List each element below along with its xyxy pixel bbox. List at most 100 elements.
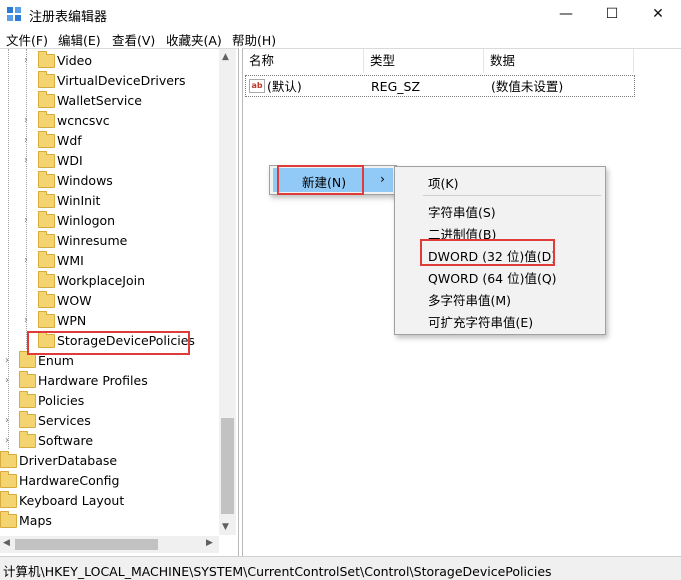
value-name: (默认) bbox=[267, 79, 302, 94]
registry-tree[interactable]: › Video VirtualDeviceDrivers WalletService ›… bbox=[0, 48, 239, 557]
submenu-item-key[interactable]: 项(K) bbox=[428, 173, 458, 192]
tree-item[interactable]: › Software bbox=[0, 431, 219, 451]
tree-item-label: Keyboard Layout bbox=[19, 493, 125, 508]
tree-item-label: DriverDatabase bbox=[19, 453, 118, 468]
tree-item[interactable]: › Wdf bbox=[0, 131, 219, 151]
tree-item[interactable]: Maps bbox=[0, 511, 219, 531]
tree-item[interactable]: Windows bbox=[0, 171, 219, 191]
folder-icon bbox=[38, 131, 55, 148]
maximize-button[interactable]: ☐ bbox=[589, 0, 635, 28]
window-title: 注册表编辑器 bbox=[29, 10, 108, 25]
title-bar: 注册表编辑器 — ☐ ✕ bbox=[0, 0, 681, 28]
folder-icon bbox=[38, 191, 55, 208]
tree-item-label: Services bbox=[38, 413, 91, 428]
tree-item[interactable]: WOW bbox=[0, 291, 219, 311]
submenu-arrow-icon: › bbox=[380, 171, 385, 186]
tree-item-label: Winlogon bbox=[57, 213, 116, 228]
tree-item[interactable]: › WMI bbox=[0, 251, 219, 271]
tree-item[interactable]: DriverDatabase bbox=[0, 451, 219, 471]
tree-item[interactable]: Policies bbox=[0, 391, 219, 411]
tree-item[interactable]: › Video bbox=[0, 51, 219, 71]
menu-separator bbox=[423, 195, 601, 196]
tree-item[interactable]: VirtualDeviceDrivers bbox=[0, 71, 219, 91]
value-type: REG_SZ bbox=[371, 79, 421, 94]
tree-item[interactable]: HardwareConfig bbox=[0, 471, 219, 491]
scroll-left-icon[interactable]: ◀ bbox=[3, 538, 10, 548]
tree-horizontal-scroll-thumb[interactable] bbox=[15, 539, 158, 550]
tree-item[interactable]: › Hardware Profiles bbox=[0, 371, 219, 391]
column-header-type[interactable]: 类型 bbox=[364, 49, 484, 73]
expand-chevron-icon[interactable]: › bbox=[2, 351, 12, 371]
annotation-box-new bbox=[277, 165, 364, 195]
tree-item-label: WalletService bbox=[57, 93, 142, 108]
tree-item-label: WinInit bbox=[57, 193, 101, 208]
tree-item-label: Video bbox=[57, 53, 93, 68]
expand-chevron-icon[interactable]: › bbox=[2, 431, 12, 451]
tree-item-label: Maps bbox=[19, 513, 52, 528]
tree-item[interactable]: › wcncsvc bbox=[0, 111, 219, 131]
tree-item-label: WDI bbox=[57, 153, 83, 168]
annotation-box-dword bbox=[420, 239, 555, 266]
menu-view[interactable]: 查看(V) bbox=[112, 30, 155, 49]
submenu-item-expandable-string[interactable]: 可扩充字符串值(E) bbox=[428, 312, 533, 331]
value-data: (数值未设置) bbox=[491, 79, 564, 94]
scroll-down-icon[interactable]: ▼ bbox=[222, 522, 229, 532]
tree-item[interactable]: › WDI bbox=[0, 151, 219, 171]
tree-item[interactable]: › Services bbox=[0, 411, 219, 431]
menu-edit[interactable]: 编辑(E) bbox=[58, 30, 101, 49]
tree-item-label: WPN bbox=[57, 313, 87, 328]
tree-item[interactable]: WinInit bbox=[0, 191, 219, 211]
folder-icon bbox=[19, 391, 36, 408]
tree-item-label: VirtualDeviceDrivers bbox=[57, 73, 186, 88]
menu-file[interactable]: 文件(F) bbox=[6, 30, 48, 49]
folder-icon bbox=[38, 91, 55, 108]
folder-icon bbox=[38, 151, 55, 168]
minimize-button[interactable]: — bbox=[543, 0, 589, 28]
tree-item[interactable]: Winresume bbox=[0, 231, 219, 251]
folder-icon bbox=[38, 231, 55, 248]
tree-item-label: Software bbox=[38, 433, 94, 448]
folder-icon bbox=[0, 471, 17, 488]
value-row-default[interactable] bbox=[245, 75, 635, 97]
tree-item[interactable]: Keyboard Layout bbox=[0, 491, 219, 511]
tree-item-label: WOW bbox=[57, 293, 92, 308]
tree-item[interactable]: › Winlogon bbox=[0, 211, 219, 231]
folder-icon bbox=[38, 311, 55, 328]
expand-chevron-icon[interactable]: › bbox=[2, 371, 12, 391]
folder-icon bbox=[38, 211, 55, 228]
folder-icon bbox=[38, 51, 55, 68]
scroll-right-icon[interactable]: ▶ bbox=[206, 538, 213, 548]
expand-chevron-icon[interactable]: › bbox=[2, 411, 12, 431]
submenu-item-qword[interactable]: QWORD (64 位)值(Q) bbox=[428, 268, 557, 287]
tree-item[interactable]: WorkplaceJoin bbox=[0, 271, 219, 291]
tree-item-label: wcncsvc bbox=[57, 113, 110, 128]
submenu-item-string[interactable]: 字符串值(S) bbox=[428, 202, 496, 221]
folder-icon bbox=[38, 71, 55, 88]
tree-item-label: WorkplaceJoin bbox=[57, 273, 146, 288]
regedit-app-icon bbox=[6, 6, 22, 22]
folder-icon bbox=[19, 371, 36, 388]
close-button[interactable]: ✕ bbox=[635, 0, 681, 28]
folder-icon bbox=[38, 271, 55, 288]
folder-icon bbox=[0, 451, 17, 468]
folder-icon bbox=[38, 171, 55, 188]
folder-icon bbox=[38, 251, 55, 268]
tree-item[interactable]: › WPN bbox=[0, 311, 219, 331]
tree-vertical-scroll-thumb[interactable] bbox=[221, 418, 234, 514]
submenu-item-multi-string[interactable]: 多字符串值(M) bbox=[428, 290, 511, 309]
folder-icon bbox=[38, 111, 55, 128]
tree-item[interactable]: WalletService bbox=[0, 91, 219, 111]
column-header-data[interactable]: 数据 bbox=[484, 49, 634, 73]
folder-icon bbox=[19, 351, 36, 368]
tree-item-label: HardwareConfig bbox=[19, 473, 120, 488]
column-header-name[interactable]: 名称 bbox=[243, 49, 364, 73]
folder-icon bbox=[0, 491, 17, 508]
menu-favorites[interactable]: 收藏夹(A) bbox=[166, 30, 222, 49]
tree-item-label: Hardware Profiles bbox=[38, 373, 148, 388]
annotation-box-storage-device-policies bbox=[27, 331, 190, 355]
folder-icon bbox=[19, 431, 36, 448]
menu-help[interactable]: 帮助(H) bbox=[232, 30, 276, 49]
folder-icon bbox=[19, 411, 36, 428]
scroll-up-icon[interactable]: ▲ bbox=[222, 52, 229, 62]
tree-item-label: Winresume bbox=[57, 233, 128, 248]
